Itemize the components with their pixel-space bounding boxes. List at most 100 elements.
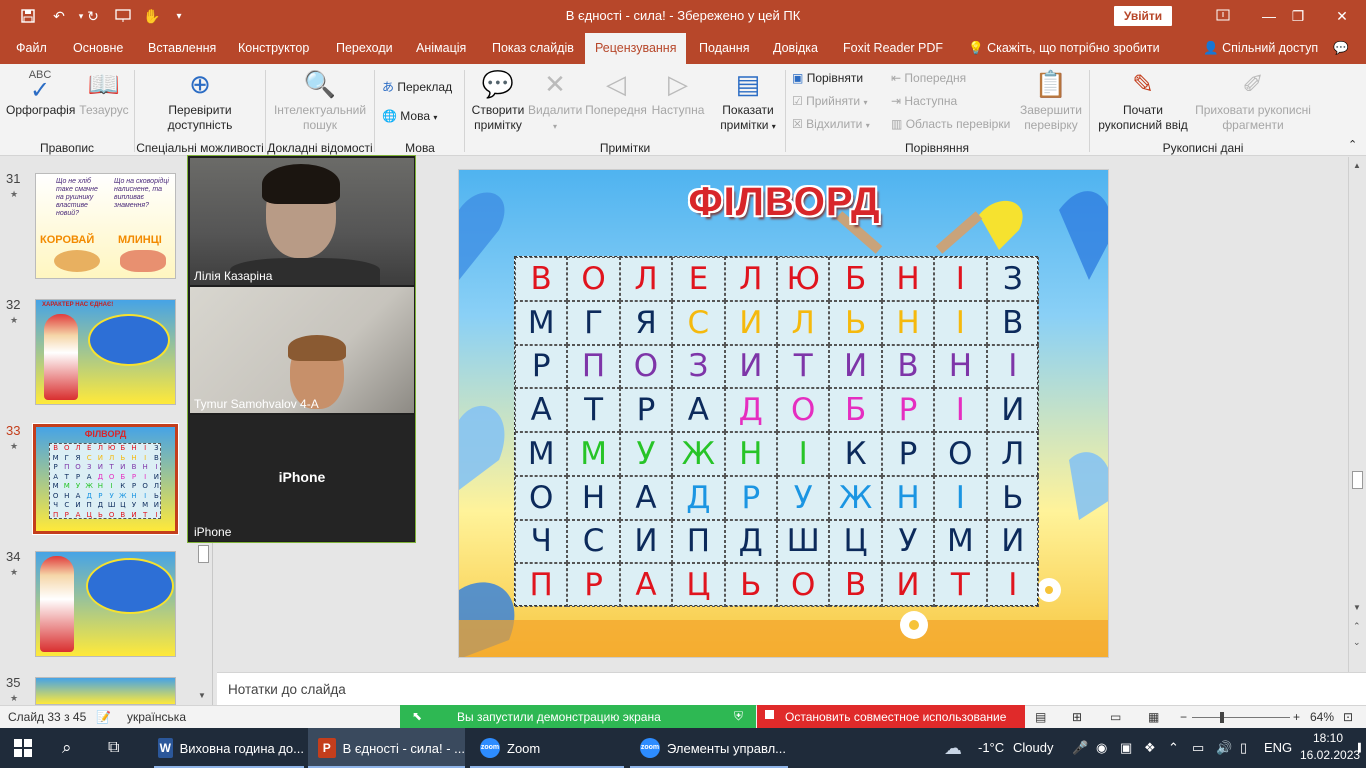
zoom-in-icon[interactable]: + — [1293, 710, 1300, 724]
tab-help[interactable]: Довідка — [763, 33, 828, 64]
end-review-button[interactable]: 📋 Завершити перевірку — [1016, 68, 1086, 133]
camtasia-tray-icon[interactable]: ▣ — [1120, 728, 1132, 768]
zoom-level[interactable]: 64% — [1310, 710, 1334, 724]
weather-temp[interactable]: -1°C — [978, 728, 1004, 768]
next-slide-icon[interactable]: ⌄ — [1353, 637, 1361, 648]
reviewing-pane-button[interactable]: ▥ Область перевірки — [891, 117, 1010, 131]
tab-animations[interactable]: Анімація — [406, 33, 476, 64]
tab-file[interactable]: Файл — [6, 33, 57, 64]
previous-comment-button[interactable]: ◁ Попередня — [585, 68, 647, 118]
sign-in-button[interactable]: Увійти — [1114, 6, 1172, 26]
normal-view-icon[interactable]: ▤ — [1035, 710, 1046, 724]
notifications-icon[interactable]: ▌ — [1358, 728, 1366, 768]
tab-insert[interactable]: Вставлення — [138, 33, 226, 64]
participant-video-2[interactable]: Tymur Samohvalov 4-А — [190, 287, 414, 413]
taskbar-app-powerpoint[interactable]: P В єдності - сила! - ... — [308, 728, 465, 768]
input-language[interactable]: ENG — [1264, 728, 1292, 768]
slide-thumbnail-31[interactable]: Що не хліб таке смачне на рушнику власти… — [35, 173, 176, 279]
spelling-button[interactable]: ABC ✓ Орфографія — [6, 68, 75, 118]
tab-review[interactable]: Рецензування — [585, 33, 687, 64]
reject-button[interactable]: ☒ Відхилити ▾ — [792, 117, 870, 131]
scroll-up-icon[interactable]: ▲ — [1353, 161, 1361, 170]
check-accessibility-button[interactable]: ⊕ Перевірити доступність — [140, 68, 260, 133]
compare-next-button[interactable]: ⇥ Наступна — [891, 94, 957, 108]
slide-thumbnail-34[interactable] — [35, 551, 176, 657]
new-comment-button[interactable]: 💬 Створити примітку — [468, 68, 528, 133]
weather-desc[interactable]: Cloudy — [1013, 728, 1053, 768]
network-icon[interactable]: ▭ — [1192, 728, 1204, 768]
zoom-slider-handle[interactable] — [1220, 712, 1225, 723]
speech-bubble — [86, 558, 174, 614]
tab-foxit[interactable]: Foxit Reader PDF — [833, 33, 953, 64]
tab-slideshow[interactable]: Показ слайдів — [482, 33, 584, 64]
tab-design[interactable]: Конструктор — [228, 33, 319, 64]
taskbar-app-zoom[interactable]: zoom Zoom — [470, 728, 624, 768]
slide-counter[interactable]: Слайд 33 з 45 — [8, 710, 86, 724]
smart-lookup-button[interactable]: 🔍 Інтелектуальний пошук — [268, 68, 372, 133]
show-comments-button[interactable]: ▤ Показати примітки ▾ — [714, 68, 782, 134]
fit-to-window-icon[interactable]: ⊡ — [1343, 710, 1353, 724]
app-tray-icon[interactable]: ❖ — [1144, 728, 1156, 768]
participant-video-1[interactable]: Лілія Казаріна — [190, 158, 414, 285]
share-button[interactable]: 👤 Спільний доступ — [1193, 33, 1328, 64]
delete-comment-button[interactable]: ✕ Видалити ▾ — [528, 68, 582, 134]
taskbar-app-zoom-controls[interactable]: zoom Элементы управл... — [630, 728, 788, 768]
next-comment-button[interactable]: ▷ Наступна — [649, 68, 707, 118]
hide-ink-button[interactable]: ✐ Приховати рукописні фрагменти — [1192, 68, 1314, 133]
thumb-grid-letter: И — [153, 472, 160, 481]
scroll-thumb[interactable] — [1352, 471, 1363, 489]
slide-thumbnail-32[interactable]: ХАРАКТЕР НАС ЄДНАЄ! — [35, 299, 176, 405]
ribbon-display-icon[interactable] — [1203, 5, 1243, 27]
slide-thumbnail-33[interactable]: ФІЛВОРД ВОЛЕЛЮБНІЗМГЯСИЛЬНІВРПОЗИТИВНІАТ… — [32, 423, 179, 535]
zoom-slider[interactable] — [1192, 712, 1290, 723]
proofing-icon[interactable]: 📝 — [96, 710, 111, 724]
share-pin-icon[interactable]: ⬉ — [412, 709, 422, 723]
taskbar-app-word[interactable]: W Виховна година до... — [154, 728, 304, 768]
grid-letter-cell: А — [515, 388, 568, 432]
slide-sorter-icon[interactable]: ⊞ — [1072, 710, 1082, 724]
compare-button[interactable]: ▣ Порівняти — [792, 71, 863, 85]
speaker-icon[interactable]: 🔊 — [1216, 728, 1232, 768]
zoom-tray-icon[interactable]: ◉ — [1096, 728, 1107, 768]
grid-letter-cell: В — [515, 257, 568, 301]
scroll-thumb[interactable] — [198, 545, 209, 563]
reviewing-pane-icon: ▥ — [891, 117, 903, 131]
show-hidden-icons-icon[interactable]: ⌃ — [1168, 728, 1179, 768]
language-button[interactable]: 🌐 Мова ▾ — [382, 109, 437, 123]
close-icon[interactable]: ✕ — [1322, 5, 1362, 27]
slide-thumbnail-35[interactable] — [35, 677, 176, 705]
previous-slide-icon[interactable]: ⌃ — [1353, 621, 1361, 632]
microphone-icon[interactable]: 🎤 — [1072, 728, 1088, 768]
task-view-icon[interactable]: ⧉ — [108, 728, 119, 768]
translate-button[interactable]: あ Переклад — [382, 78, 452, 95]
start-inking-button[interactable]: ✎ Почати рукописний ввід — [1094, 68, 1192, 133]
collapse-ribbon-icon[interactable]: ⌃ — [1348, 138, 1357, 151]
scroll-down-icon[interactable]: ▼ — [198, 691, 206, 700]
thumb-grid-letter: Ц — [120, 501, 126, 509]
search-icon[interactable]: ⌕ — [62, 728, 72, 768]
slideshow-view-icon[interactable]: ▦ — [1148, 710, 1159, 724]
reading-view-icon[interactable]: ▭ — [1110, 710, 1121, 724]
notes-pane[interactable]: Нотатки до слайда — [217, 672, 1366, 705]
windows-start-icon[interactable] — [14, 728, 36, 768]
thumb-grid-letter: Р — [53, 463, 58, 471]
thesaurus-button[interactable]: 📖 Тезаурус — [78, 68, 130, 118]
slide-vertical-scrollbar[interactable]: ▲ ▼ ⌃ ⌄ — [1348, 157, 1366, 672]
battery-icon[interactable]: ▯ — [1240, 728, 1247, 768]
scroll-down-icon[interactable]: ▼ — [1353, 603, 1361, 612]
tab-transitions[interactable]: Переходи — [326, 33, 403, 64]
language-indicator[interactable]: українська — [127, 710, 186, 724]
restore-icon[interactable]: ❐ — [1278, 5, 1318, 27]
compare-previous-button[interactable]: ⇤ Попередня — [891, 71, 966, 85]
tab-view[interactable]: Подання — [689, 33, 759, 64]
stop-share-button[interactable]: Остановить совместное использование — [757, 705, 1025, 728]
comments-icon[interactable]: 💬 — [1323, 33, 1359, 64]
zoom-out-icon[interactable]: − — [1180, 710, 1187, 724]
clock[interactable]: 18:10 16.02.2023 — [1300, 731, 1360, 762]
cloud-icon[interactable]: ☁ — [944, 728, 962, 768]
slide-canvas[interactable]: ФІЛВОРД ВОЛЕЛЮБНІЗМГЯСИЛЬНІВРПОЗИТИВНІАТ… — [458, 169, 1109, 658]
tab-home[interactable]: Основне — [63, 33, 133, 64]
tell-me-box[interactable]: 💡 Скажіть, що потрібно зробити — [958, 33, 1170, 64]
participant-video-3[interactable]: iPhone iPhone — [190, 415, 414, 541]
accept-button[interactable]: ☑ Прийняти ▾ — [792, 94, 868, 108]
